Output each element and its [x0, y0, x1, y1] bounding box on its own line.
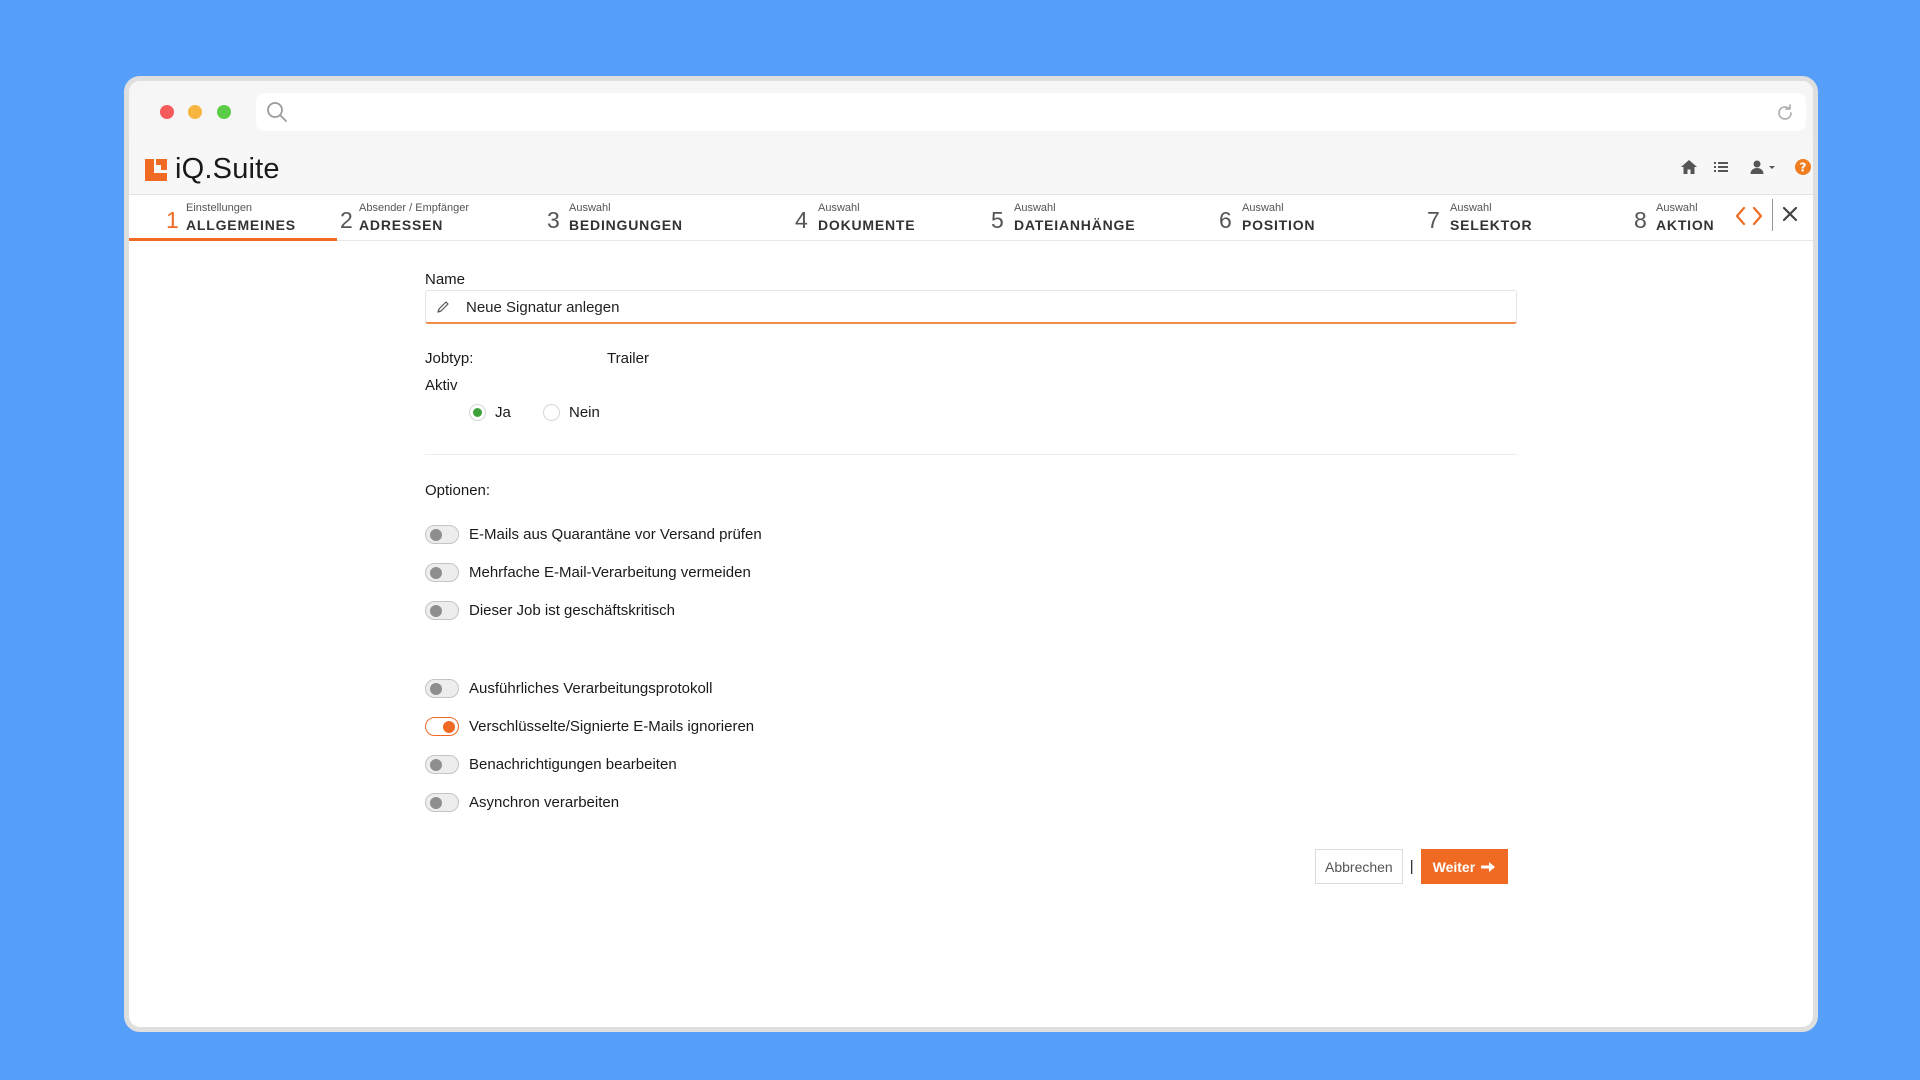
step-label: ADRESSEN: [359, 217, 444, 233]
step-caption: Auswahl: [1242, 202, 1284, 214]
toggle-switch[interactable]: [425, 793, 459, 812]
toggle-switch[interactable]: [425, 563, 459, 582]
step-adressen[interactable]: 2 Absender / Empfänger ADRESSEN: [337, 196, 537, 241]
name-field[interactable]: [425, 290, 1517, 324]
option-label: Asynchron verarbeiten: [469, 794, 620, 811]
option-async-processing[interactable]: Asynchron verarbeiten: [425, 793, 619, 812]
step-scroll-arrows-icon[interactable]: [1732, 202, 1766, 230]
option-detailed-log[interactable]: Ausführliches Verarbeitungsprotokoll: [425, 679, 712, 698]
cancel-button[interactable]: Abbrechen: [1315, 849, 1403, 884]
step-caption: Auswahl: [569, 202, 611, 214]
next-button-label: Weiter: [1432, 858, 1476, 875]
step-label: DATEIANHÄNGE: [1014, 217, 1136, 233]
radio-label: Ja: [495, 404, 511, 421]
step-label: ALLGEMEINES: [186, 217, 296, 233]
minimize-window-button[interactable]: [188, 105, 202, 119]
divider: [1772, 199, 1773, 231]
iqsuite-logo-icon: [145, 158, 167, 181]
option-edit-notifications[interactable]: Benachrichtigungen bearbeiten: [425, 755, 677, 774]
step-number: 7: [1427, 207, 1440, 233]
step-selektor[interactable]: 7 Auswahl SELEKTOR: [1427, 196, 1577, 241]
user-menu-icon[interactable]: [1749, 157, 1779, 177]
browser-toolbar: [129, 81, 1813, 141]
option-ignore-encrypted[interactable]: Verschlüsselte/Signierte E-Mails ignorie…: [425, 717, 754, 736]
option-label: Dieser Job ist geschäftskritisch: [469, 602, 675, 619]
toggle-switch[interactable]: [425, 525, 459, 544]
option-label: Mehrfache E-Mail-Verarbeitung vermeiden: [469, 564, 751, 581]
step-number: 5: [991, 207, 1004, 233]
toggle-switch[interactable]: [425, 755, 459, 774]
aktiv-nein-radio[interactable]: Nein: [543, 404, 600, 421]
step-number: 6: [1219, 207, 1232, 233]
step-caption: Absender / Empfänger: [359, 202, 470, 214]
step-number: 2: [340, 207, 353, 233]
step-position[interactable]: 6 Auswahl POSITION: [1219, 196, 1369, 241]
option-quarantine-check[interactable]: E-Mails aus Quarantäne vor Versand prüfe…: [425, 525, 762, 544]
form-actions: Abbrechen | Weiter: [1315, 849, 1509, 884]
step-label: AKTION: [1656, 217, 1715, 233]
step-caption: Auswahl: [1014, 202, 1056, 214]
close-icon[interactable]: [1781, 205, 1799, 223]
section-divider: [425, 454, 1517, 455]
step-bedingungen[interactable]: 3 Auswahl BEDINGUNGEN: [547, 196, 737, 241]
aktiv-label: Aktiv: [425, 377, 458, 394]
svg-text:?: ?: [1800, 161, 1807, 175]
radio-circle: [543, 404, 560, 421]
radio-circle: [469, 404, 486, 421]
step-dateianhaenge[interactable]: 5 Auswahl DATEIANHÄNGE: [991, 196, 1171, 241]
app-name: iQ.Suite: [175, 153, 280, 185]
name-label: Name: [425, 271, 466, 288]
option-avoid-multiple-processing[interactable]: Mehrfache E-Mail-Verarbeitung vermeiden: [425, 563, 751, 582]
step-caption: Einstellungen: [186, 202, 253, 214]
step-caption: Auswahl: [1450, 202, 1492, 214]
list-icon[interactable]: [1711, 157, 1731, 177]
step-number: 1: [166, 207, 179, 233]
option-label: E-Mails aus Quarantäne vor Versand prüfe…: [469, 526, 762, 543]
search-icon: [267, 102, 287, 122]
help-icon[interactable]: ?: [1793, 157, 1813, 177]
next-button[interactable]: Weiter: [1420, 849, 1509, 884]
address-bar[interactable]: [256, 93, 1806, 131]
step-number: 4: [795, 207, 808, 233]
option-label: Ausführliches Verarbeitungsprotokoll: [469, 680, 713, 697]
reload-icon[interactable]: [1774, 102, 1796, 124]
step-label: SELEKTOR: [1450, 217, 1533, 233]
close-window-button[interactable]: [160, 105, 174, 119]
name-input[interactable]: [466, 294, 1496, 320]
browser-window: iQ.Suite ? 1 Einstellungen ALLGEMEINES 2…: [124, 76, 1818, 1032]
toggle-switch[interactable]: [425, 717, 459, 736]
pencil-icon: [437, 301, 449, 313]
step-label: DOKUMENTE: [818, 217, 916, 233]
step-number: 3: [547, 207, 560, 233]
aktiv-ja-radio[interactable]: Ja: [469, 404, 511, 421]
step-label: POSITION: [1242, 217, 1316, 233]
radio-label: Nein: [569, 404, 600, 421]
option-business-critical[interactable]: Dieser Job ist geschäftskritisch: [425, 601, 675, 620]
arrow-right-icon: [1481, 861, 1496, 872]
step-number: 8: [1634, 207, 1647, 233]
step-label: BEDINGUNGEN: [569, 217, 683, 233]
step-caption: Auswahl: [818, 202, 860, 214]
jobtyp-value: Trailer: [607, 350, 649, 367]
app-header: iQ.Suite ?: [129, 141, 1813, 195]
toggle-switch[interactable]: [425, 679, 459, 698]
step-caption: Auswahl: [1656, 202, 1698, 214]
step-dokumente[interactable]: 4 Auswahl DOKUMENTE: [795, 196, 945, 241]
button-separator: |: [1409, 858, 1414, 875]
maximize-window-button[interactable]: [217, 105, 231, 119]
step-allgemeines[interactable]: 1 Einstellungen ALLGEMEINES: [129, 196, 337, 241]
options-label: Optionen:: [425, 482, 491, 499]
app-logo[interactable]: iQ.Suite: [143, 153, 280, 186]
home-icon[interactable]: [1679, 157, 1699, 177]
toggle-switch[interactable]: [425, 601, 459, 620]
wizard-steps: 1 Einstellungen ALLGEMEINES 2 Absender /…: [129, 196, 1813, 241]
option-label: Verschlüsselte/Signierte E-Mails ignorie…: [469, 718, 755, 735]
option-label: Benachrichtigungen bearbeiten: [469, 756, 677, 773]
jobtyp-label: Jobtyp:: [425, 350, 474, 367]
step-aktion[interactable]: 8 Auswahl AKTION: [1634, 196, 1726, 241]
